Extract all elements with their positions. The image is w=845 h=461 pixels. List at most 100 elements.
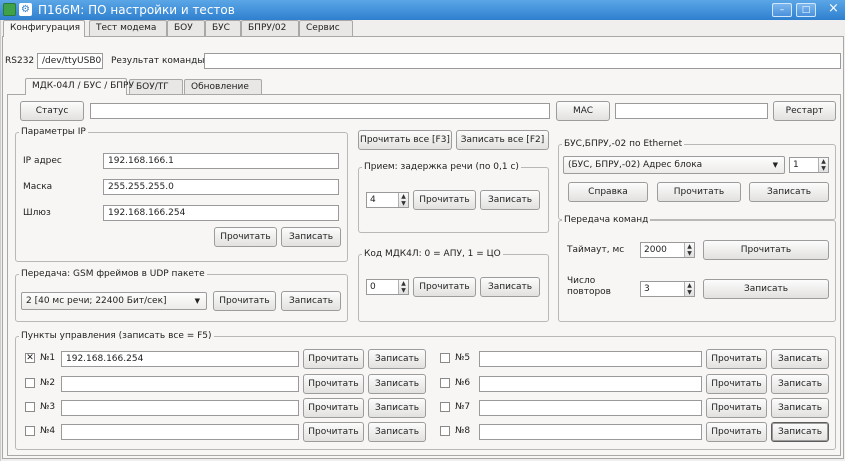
block-address-combo[interactable]: (БУС, БПРУ,-02) Адрес блока ▼ xyxy=(563,156,785,174)
point-5-checkbox[interactable] xyxy=(440,353,450,363)
point-8-read-button[interactable]: Прочитать xyxy=(706,422,767,442)
mdk-code-read-button[interactable]: Прочитать xyxy=(413,277,476,297)
dropdown-arrow-icon[interactable]: ▼ xyxy=(195,293,200,309)
gsm-frames-title: Передача: GSM фреймов в UDP пакете xyxy=(19,268,207,280)
help-button[interactable]: Справка xyxy=(568,182,648,202)
tab-modem-test[interactable]: Тест модема xyxy=(89,20,167,36)
point-6-checkbox[interactable] xyxy=(440,378,450,388)
point-7-write-button[interactable]: Записать xyxy=(771,398,829,418)
point-6-read-button[interactable]: Прочитать xyxy=(706,374,767,394)
retries-spinner[interactable]: 3 ▲ ▼ xyxy=(640,281,695,297)
point-3-write-button[interactable]: Записать xyxy=(368,398,426,418)
point-4-checkbox[interactable] xyxy=(25,426,35,436)
port-label: RS232 xyxy=(5,56,35,66)
point-1-checkbox[interactable]: ✕ xyxy=(25,353,35,363)
point-1-field[interactable]: 192.168.166.254 xyxy=(61,351,299,367)
retries-label-line1: Число xyxy=(567,276,596,286)
ip-address-label: IP адрес xyxy=(23,156,62,166)
point-1-read-button[interactable]: Прочитать xyxy=(303,349,364,369)
point-2-label: №2 xyxy=(40,378,56,388)
block-address-spinner[interactable]: 1 ▲ ▼ xyxy=(789,157,829,173)
point-6-label: №6 xyxy=(455,378,471,388)
spinner-arrows-icon[interactable]: ▲ ▼ xyxy=(398,280,408,294)
status-field[interactable] xyxy=(90,103,550,119)
tab-service[interactable]: Сервис xyxy=(299,20,353,36)
point-3-field[interactable] xyxy=(61,400,299,416)
speech-delay-write-button[interactable]: Записать xyxy=(480,190,540,210)
tab-configuration[interactable]: Конфигурация xyxy=(3,20,85,37)
retries-write-button[interactable]: Записать xyxy=(703,279,829,299)
mac-button[interactable]: MAC xyxy=(556,101,610,121)
point-5-write-button[interactable]: Записать xyxy=(771,349,829,369)
point-8-checkbox[interactable] xyxy=(440,426,450,436)
point-8-write-button[interactable]: Записать xyxy=(771,422,829,442)
point-3-label: №3 xyxy=(40,402,56,412)
result-label: Результат команды: xyxy=(111,56,208,66)
restart-button[interactable]: Рестарт xyxy=(773,101,836,121)
speech-delay-read-button[interactable]: Прочитать xyxy=(413,190,476,210)
ip-write-button[interactable]: Записать xyxy=(281,227,341,247)
block-address-selected: (БУС, БПРУ,-02) Адрес блока xyxy=(568,160,703,170)
point-2-field[interactable] xyxy=(61,376,299,392)
point-2-read-button[interactable]: Прочитать xyxy=(303,374,364,394)
gsm-frames-combo[interactable]: 2 [40 мс речи; 22400 Бит/сек] ▼ xyxy=(21,292,207,310)
retries-label-line2: повторов xyxy=(567,287,611,297)
mac-field[interactable] xyxy=(615,103,768,119)
point-4-field[interactable] xyxy=(61,424,299,440)
tab-bpru02[interactable]: БПРУ/02 xyxy=(241,20,299,36)
spinner-arrows-icon[interactable]: ▲ ▼ xyxy=(818,158,828,172)
port-field[interactable]: /dev/ttyUSB0 xyxy=(37,53,103,69)
ethernet-write-button[interactable]: Записать xyxy=(749,182,829,202)
gateway-field[interactable]: 192.168.166.254 xyxy=(103,205,339,221)
close-icon[interactable]: × xyxy=(822,2,845,17)
point-4-write-button[interactable]: Записать xyxy=(368,422,426,442)
gsm-write-button[interactable]: Записать xyxy=(281,291,341,311)
subtab-mdk-bus-bpru[interactable]: МДК-04Л / БУС / БПРУ xyxy=(25,78,134,95)
subtab-update[interactable]: Обновление xyxy=(184,79,262,95)
ip-read-button[interactable]: Прочитать xyxy=(214,227,277,247)
point-8-field[interactable] xyxy=(479,424,702,440)
point-7-read-button[interactable]: Прочитать xyxy=(706,398,767,418)
ethernet-read-button[interactable]: Прочитать xyxy=(657,182,741,202)
control-points-title: Пункты управления (записать все = F5) xyxy=(19,330,214,342)
speech-delay-spinner[interactable]: 4 ▲ ▼ xyxy=(366,192,409,208)
tab-bou[interactable]: БОУ xyxy=(167,20,205,36)
timeout-spinner[interactable]: 2000 ▲ ▼ xyxy=(640,242,695,258)
point-3-read-button[interactable]: Прочитать xyxy=(303,398,364,418)
point-2-write-button[interactable]: Записать xyxy=(368,374,426,394)
point-7-field[interactable] xyxy=(479,400,702,416)
point-5-read-button[interactable]: Прочитать xyxy=(706,349,767,369)
write-all-button[interactable]: Записать все [F2] xyxy=(456,130,549,150)
spinner-arrows-icon[interactable]: ▲ ▼ xyxy=(684,243,694,257)
mdk-code-write-button[interactable]: Записать xyxy=(480,277,540,297)
window-title: П166М: ПО настройки и тестов xyxy=(38,3,235,17)
spinner-arrows-icon[interactable]: ▲ ▼ xyxy=(684,282,694,296)
point-4-read-button[interactable]: Прочитать xyxy=(303,422,364,442)
point-6-field[interactable] xyxy=(479,376,702,392)
ip-address-field[interactable]: 192.168.166.1 xyxy=(103,153,339,169)
spinner-arrows-icon[interactable]: ▲ ▼ xyxy=(398,193,408,207)
app-icon[interactable] xyxy=(3,3,16,16)
point-3-checkbox[interactable] xyxy=(25,402,35,412)
point-2-checkbox[interactable] xyxy=(25,378,35,388)
settings-icon[interactable]: ⚙ xyxy=(19,3,32,16)
speech-delay-value: 4 xyxy=(370,195,376,205)
point-6-write-button[interactable]: Записать xyxy=(771,374,829,394)
timeout-label: Таймаут, мс xyxy=(567,245,625,255)
result-field[interactable] xyxy=(204,53,841,69)
point-7-checkbox[interactable] xyxy=(440,402,450,412)
point-5-field[interactable] xyxy=(479,351,702,367)
point-1-write-button[interactable]: Записать xyxy=(368,349,426,369)
timeout-read-button[interactable]: Прочитать xyxy=(703,240,829,260)
tab-bus[interactable]: БУС xyxy=(205,20,241,36)
dropdown-arrow-icon[interactable]: ▼ xyxy=(773,157,778,173)
status-button[interactable]: Статус xyxy=(20,101,84,121)
maximize-icon[interactable]: □ xyxy=(796,3,816,17)
read-all-button[interactable]: Прочитать все [F3] xyxy=(358,130,452,150)
subtab-bou-tg[interactable]: БОУ/ТГ xyxy=(129,79,183,95)
gsm-read-button[interactable]: Прочитать xyxy=(213,291,276,311)
minimize-icon[interactable]: – xyxy=(772,3,792,17)
point-5-label: №5 xyxy=(455,353,471,363)
mask-field[interactable]: 255.255.255.0 xyxy=(103,179,339,195)
mdk-code-spinner[interactable]: 0 ▲ ▼ xyxy=(366,279,409,295)
